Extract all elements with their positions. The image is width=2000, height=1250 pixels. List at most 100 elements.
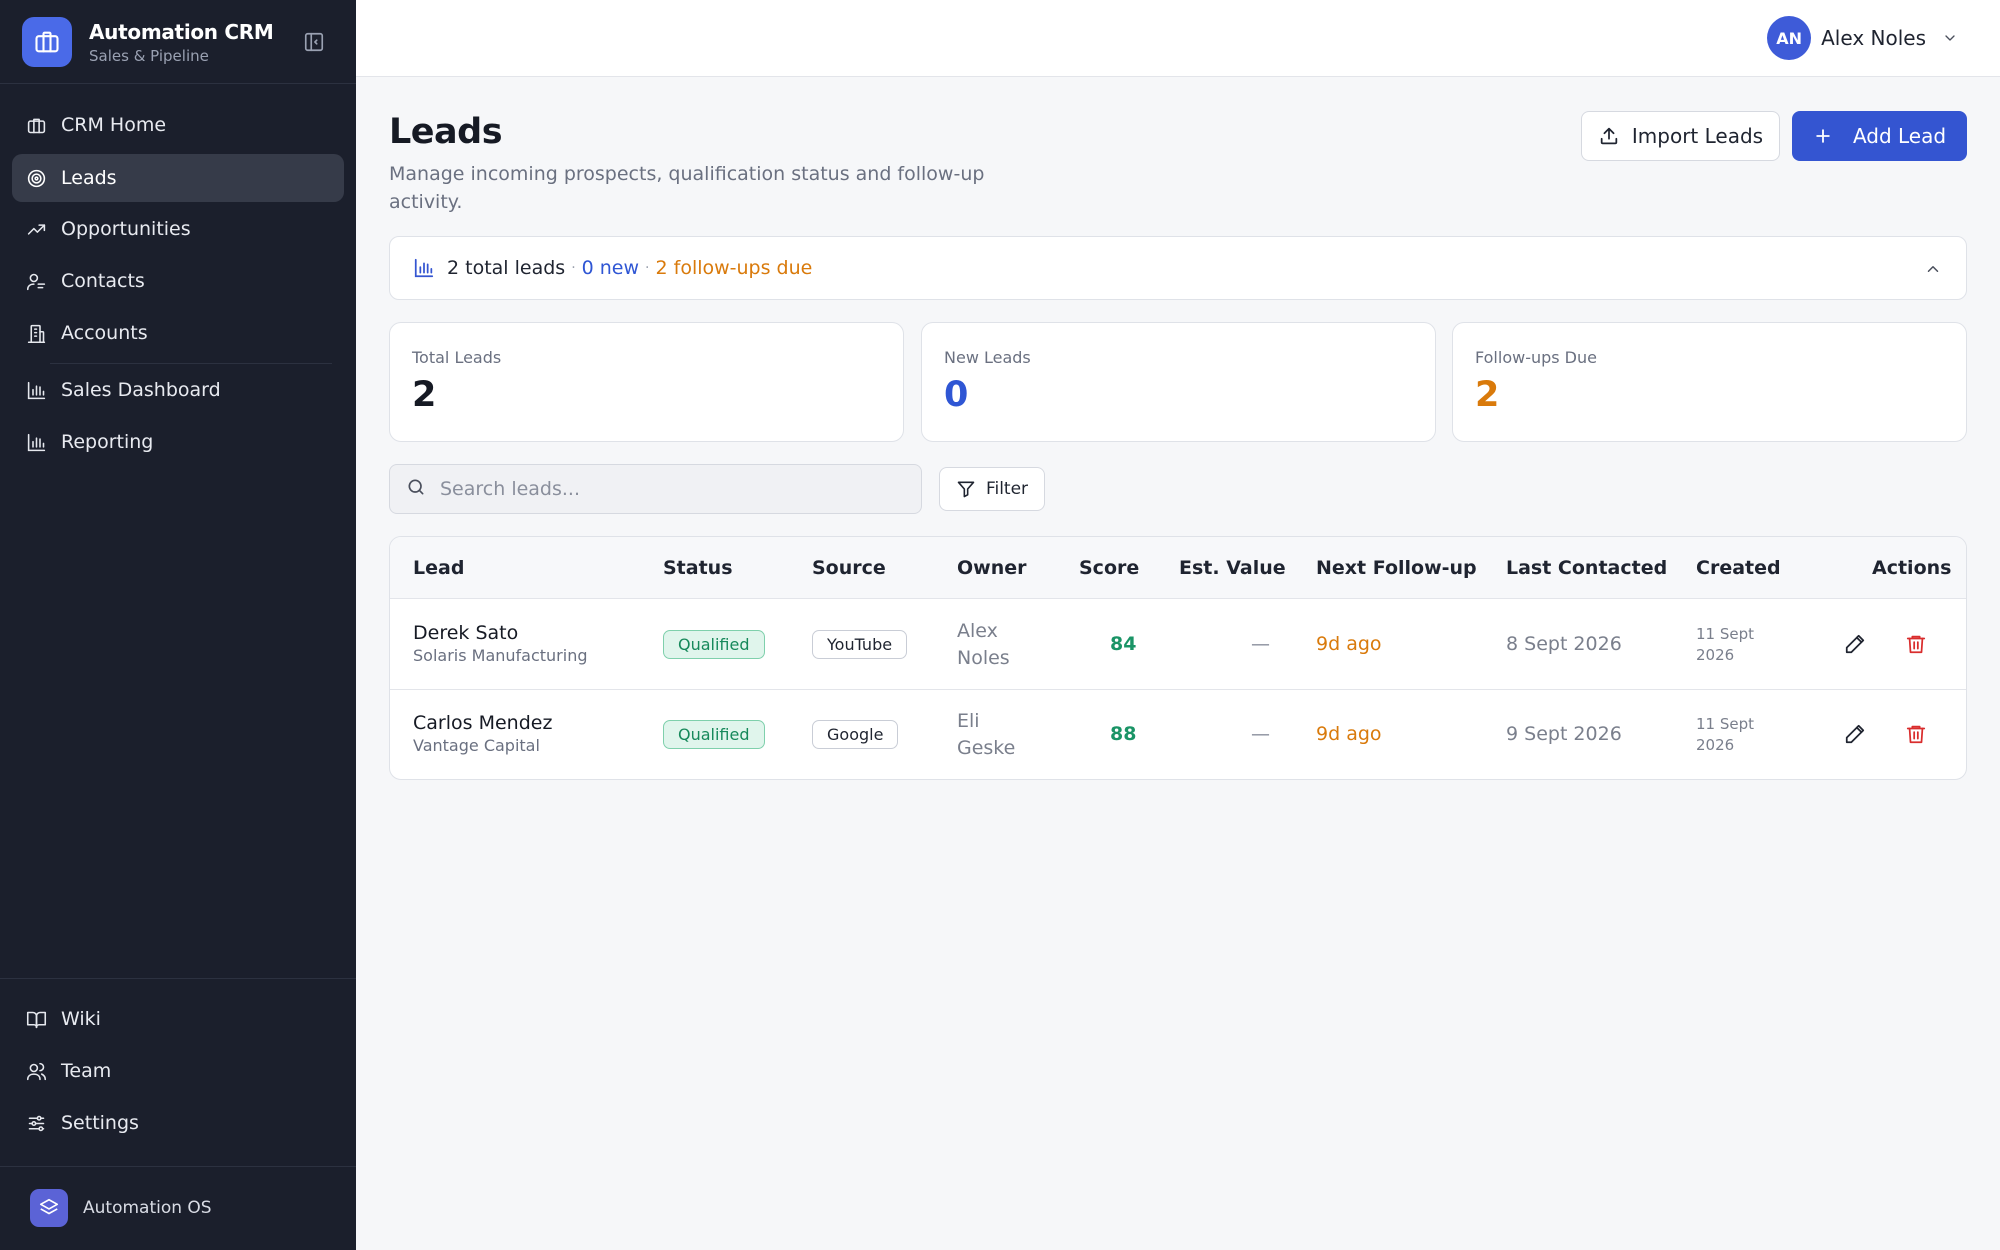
lead-cell: Carlos Mendez Vantage Capital (413, 712, 552, 755)
search-icon (406, 477, 426, 501)
import-leads-label: Import Leads (1631, 124, 1764, 148)
lead-summary-bar[interactable]: 2 total leads · 0 new · 2 follow-ups due (389, 236, 1967, 300)
stat-value: 0 (944, 375, 969, 415)
sidebar-item-label: Wiki (61, 1008, 101, 1030)
column-header-lead[interactable]: Lead (413, 537, 464, 599)
sidebar-item-accounts[interactable]: Accounts (12, 309, 344, 357)
sidebar-item-team[interactable]: Team (12, 1047, 344, 1095)
sidebar-item-contacts[interactable]: Contacts (12, 257, 344, 305)
stat-value: 2 (412, 375, 437, 415)
est-value: — (1251, 633, 1270, 655)
summary-separator: · (645, 260, 650, 276)
source-badge: YouTube (812, 630, 908, 659)
import-leads-button[interactable]: Import Leads (1581, 111, 1780, 161)
building-icon (25, 114, 47, 136)
owner-first-name: Eli (957, 710, 980, 732)
lead-name[interactable]: Derek Sato (413, 622, 588, 644)
source-badge: Google (812, 720, 899, 749)
app-name: Automation CRM (89, 19, 274, 44)
owner-first-name: Alex (957, 620, 998, 642)
score-value: 84 (1110, 633, 1137, 655)
sidebar-item-label: Sales Dashboard (61, 379, 221, 401)
created-date: 11 Sept 2026 (1696, 624, 1754, 666)
created-day: 11 Sept (1696, 715, 1755, 733)
app-subtitle: Sales & Pipeline (89, 46, 209, 65)
lead-cell: Derek Sato Solaris Manufacturing (413, 622, 588, 665)
stat-label: Follow-ups Due (1475, 348, 1597, 367)
status-cell: Qualified (663, 720, 765, 749)
sidebar-item-settings[interactable]: Settings (12, 1099, 344, 1147)
stat-card-new-leads: New Leads 0 (921, 322, 1436, 442)
sidebar-item-label: Accounts (61, 322, 148, 344)
column-header-next-follow-up[interactable]: Next Follow-up (1316, 537, 1477, 599)
bar-chart-icon (413, 257, 435, 279)
sidebar-item-reporting[interactable]: Reporting (12, 418, 344, 466)
workspace-name: Automation OS (83, 1198, 212, 1218)
users-icon (25, 1060, 47, 1082)
user-menu[interactable]: AN Alex Noles (1767, 16, 1958, 60)
sidebar-item-crm-home[interactable]: CRM Home (12, 101, 344, 149)
table-row[interactable]: Derek Sato Solaris Manufacturing Qualifi… (390, 600, 1966, 690)
created-day: 11 Sept (1696, 625, 1755, 643)
chevron-up-icon[interactable] (1924, 260, 1942, 283)
edit-icon[interactable] (1842, 631, 1868, 657)
created-date: 11 Sept 2026 (1696, 714, 1754, 756)
sidebar-divider (50, 363, 332, 364)
est-value: — (1251, 723, 1270, 745)
score-value: 88 (1110, 723, 1137, 745)
column-header-created[interactable]: Created (1696, 537, 1781, 599)
brand: Automation CRM Sales & Pipeline (22, 16, 334, 68)
search-box (389, 464, 922, 514)
owner-last-name: Noles (957, 647, 1010, 669)
add-lead-label: Add Lead (1852, 124, 1947, 148)
next-follow-up: 9d ago (1316, 723, 1382, 745)
sidebar-item-label: Opportunities (61, 218, 191, 240)
status-cell: Qualified (663, 630, 765, 659)
sidebar-item-sales-dashboard[interactable]: Sales Dashboard (12, 366, 344, 414)
workspace-switcher[interactable]: Automation OS (30, 1189, 212, 1227)
book-icon (25, 1008, 47, 1030)
stat-card-total-leads: Total Leads 2 (389, 322, 904, 442)
page-subtitle: Manage incoming prospects, qualification… (389, 163, 985, 213)
topbar: AN Alex Noles (356, 0, 2000, 77)
add-lead-button[interactable]: Add Lead (1792, 111, 1967, 161)
summary-new: 0 new (581, 257, 640, 279)
filter-button[interactable]: Filter (939, 467, 1045, 511)
owner-cell: Alex Noles (957, 618, 1010, 672)
sidebar-collapse-icon[interactable] (302, 30, 326, 54)
leads-table: Lead Status Source Owner Score Est. Valu… (389, 536, 1967, 780)
delete-icon[interactable] (1903, 631, 1929, 657)
sidebar-item-wiki[interactable]: Wiki (12, 995, 344, 1043)
table-row[interactable]: Carlos Mendez Vantage Capital Qualified … (390, 690, 1966, 779)
search-input[interactable] (440, 478, 900, 500)
lead-company: Vantage Capital (413, 736, 540, 755)
lead-name[interactable]: Carlos Mendez (413, 712, 552, 734)
source-cell: YouTube (812, 630, 908, 659)
sidebar-item-label: Settings (61, 1112, 139, 1134)
chevron-down-icon (1942, 30, 1958, 46)
edit-icon[interactable] (1842, 721, 1868, 747)
column-header-owner[interactable]: Owner (957, 537, 1027, 599)
column-header-est-value[interactable]: Est. Value (1179, 537, 1286, 599)
column-header-last-contacted[interactable]: Last Contacted (1506, 537, 1667, 599)
column-header-source[interactable]: Source (812, 537, 886, 599)
bar-chart-icon (25, 379, 47, 401)
sidebar-item-label: Reporting (61, 431, 154, 453)
summary-total: 2 total leads (447, 257, 566, 279)
sliders-icon (25, 1112, 47, 1134)
sidebar-item-opportunities[interactable]: Opportunities (12, 205, 344, 253)
sidebar-divider (0, 1166, 356, 1167)
created-year: 2026 (1696, 736, 1735, 754)
column-header-status[interactable]: Status (663, 537, 733, 599)
sidebar-item-leads[interactable]: Leads (12, 154, 344, 202)
last-contacted: 9 Sept 2026 (1506, 723, 1622, 745)
sidebar-divider (0, 83, 356, 84)
stat-label: Total Leads (412, 348, 502, 367)
delete-icon[interactable] (1903, 721, 1929, 747)
lead-company: Solaris Manufacturing (413, 646, 588, 665)
upload-icon (1598, 125, 1620, 147)
filter-icon (956, 479, 976, 499)
column-header-actions: Actions (1872, 557, 1952, 579)
source-cell: Google (812, 720, 899, 749)
column-header-score[interactable]: Score (1079, 537, 1139, 599)
